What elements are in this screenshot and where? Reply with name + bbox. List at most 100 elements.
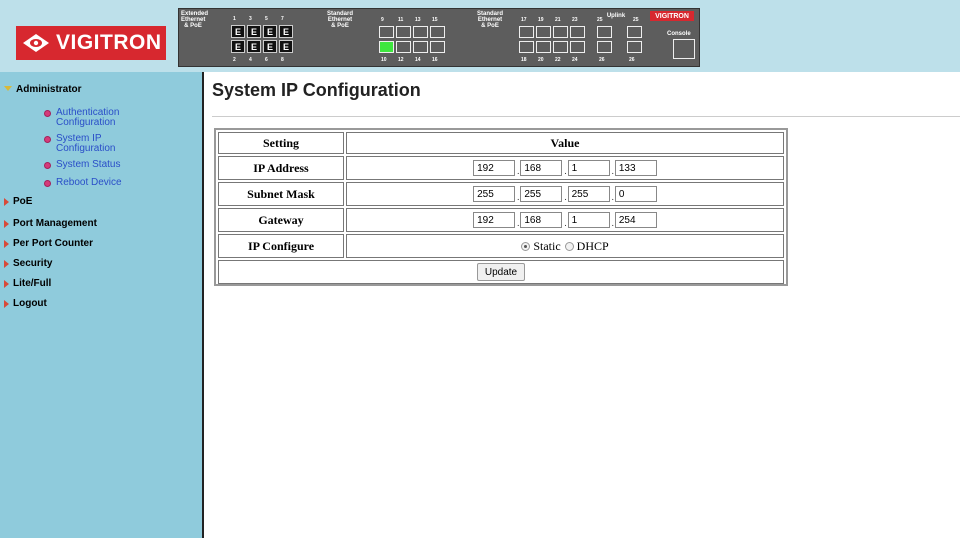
extended-port-5[interactable]: E: [263, 25, 277, 38]
sidebar-subitem-system-status[interactable]: System Status: [44, 160, 176, 170]
port-23[interactable]: [570, 26, 585, 38]
sidebar-item-port-management[interactable]: Port Management: [4, 218, 97, 229]
sidebar-item-label: Lite/Full: [13, 278, 52, 289]
subnet-octet-2-input[interactable]: [520, 186, 563, 202]
port-20[interactable]: [536, 41, 551, 53]
gateway-octet-3-input[interactable]: [567, 212, 610, 228]
port-21[interactable]: [553, 26, 568, 38]
uplink-sfp-25[interactable]: [627, 26, 642, 38]
sidebar-item-logout[interactable]: Logout: [4, 298, 47, 309]
port-13[interactable]: [413, 26, 428, 38]
extended-port-1[interactable]: E: [231, 25, 245, 38]
port-14[interactable]: [413, 41, 428, 53]
console-label: Console: [667, 31, 691, 37]
subnet-octet-3-input[interactable]: [567, 186, 610, 202]
console-port: [673, 39, 695, 59]
col-header-value: Value: [346, 132, 784, 154]
ip-configure-value: Static DHCP: [346, 234, 784, 258]
sidebar-item-poe[interactable]: PoE: [4, 196, 32, 207]
gateway-octet-4-input[interactable]: [614, 212, 657, 228]
expanded-arrow-icon: [4, 84, 12, 95]
sidebar-item-administrator[interactable]: Administrator: [4, 84, 82, 95]
sidebar-subitem-system-ip[interactable]: System IP Configuration: [44, 134, 136, 154]
collapsed-arrow-icon: [4, 259, 9, 268]
extended-port-4[interactable]: E: [247, 40, 261, 53]
port-9[interactable]: [379, 26, 394, 38]
port-number: 16: [432, 57, 438, 63]
gateway-octet-2-input[interactable]: [520, 212, 563, 228]
bullet-icon: [44, 110, 51, 117]
sidebar-subitem-reboot[interactable]: Reboot Device: [44, 177, 176, 188]
ip-octet-3-input[interactable]: [567, 160, 610, 176]
ip-octet-1-input[interactable]: [473, 160, 516, 176]
brand-name: VIGITRON: [56, 31, 162, 54]
port-15[interactable]: [430, 26, 445, 38]
collapsed-arrow-icon: [4, 197, 9, 206]
subnet-mask-value: . . .: [346, 182, 784, 206]
port-number: 13: [415, 17, 421, 23]
gateway-octet-1-input[interactable]: [473, 212, 516, 228]
sidebar-item-label: Port Management: [13, 218, 97, 229]
port-number: 5: [265, 16, 268, 22]
port-number: 11: [398, 17, 404, 23]
port-number: 15: [432, 17, 438, 23]
sidebar-item-label: Logout: [13, 298, 47, 309]
bullet-icon: [44, 180, 51, 187]
extended-port-6[interactable]: E: [263, 40, 277, 53]
sidebar-item-per-port-counter[interactable]: Per Port Counter: [4, 238, 93, 249]
sidebar-subitem-label: Authentication Configuration: [56, 107, 120, 128]
eye-logo-icon: [16, 26, 56, 60]
port-11[interactable]: [396, 26, 411, 38]
port-number: 8: [281, 57, 284, 63]
port-number: 6: [265, 57, 268, 63]
sidebar-item-security[interactable]: Security: [4, 258, 52, 269]
port-24[interactable]: [570, 41, 585, 53]
uplink-sfp-26[interactable]: [627, 41, 642, 53]
port-number: 14: [415, 57, 421, 63]
sidebar-item-lite-full[interactable]: Lite/Full: [4, 278, 51, 289]
port-number: 9: [381, 17, 384, 23]
standard-ports-label-1: Standard Ethernet & PoE: [327, 11, 354, 29]
static-radio[interactable]: [521, 241, 531, 251]
row-label-ip-configure: IP Configure: [218, 234, 344, 258]
port-17[interactable]: [519, 26, 534, 38]
ip-octet-4-input[interactable]: [614, 160, 657, 176]
title-divider: [212, 116, 960, 117]
sidebar-item-label: PoE: [13, 196, 33, 207]
subnet-octet-1-input[interactable]: [473, 186, 516, 202]
port-number: 4: [249, 57, 252, 63]
port-18[interactable]: [519, 41, 534, 53]
uplink-port-25[interactable]: [597, 26, 612, 38]
extended-port-3[interactable]: E: [247, 25, 261, 38]
sidebar-item-label: Per Port Counter: [13, 238, 94, 249]
port-number: 23: [572, 17, 578, 23]
collapsed-arrow-icon: [4, 219, 9, 228]
extended-port-2[interactable]: E: [231, 40, 245, 53]
extended-ports-label: Extended Ethernet & PoE: [181, 11, 209, 29]
port-number: 26: [629, 57, 635, 63]
subnet-octet-4-input[interactable]: [614, 186, 657, 202]
sidebar-subitem-authentication[interactable]: Authentication Configuration: [44, 107, 176, 128]
extended-port-8[interactable]: E: [279, 40, 293, 53]
extended-port-7[interactable]: E: [279, 25, 293, 38]
port-number: 20: [538, 57, 544, 63]
port-number: 21: [555, 17, 561, 23]
port-number: 24: [572, 57, 578, 63]
port-number: 25: [597, 17, 603, 23]
port-22[interactable]: [553, 41, 568, 53]
port-10-active[interactable]: [379, 41, 394, 53]
port-19[interactable]: [536, 26, 551, 38]
collapsed-arrow-icon: [4, 279, 9, 288]
switch-front-panel: Extended Ethernet & PoE Standard Etherne…: [178, 8, 700, 67]
port-16[interactable]: [430, 41, 445, 53]
port-12[interactable]: [396, 41, 411, 53]
port-number: 17: [521, 17, 527, 23]
collapsed-arrow-icon: [4, 299, 9, 308]
dhcp-radio[interactable]: [564, 241, 574, 251]
sidebar-item-label: Administrator: [16, 84, 82, 95]
sidebar-subitem-label: Reboot Device: [56, 177, 122, 188]
row-label-subnet-mask: Subnet Mask: [218, 182, 344, 206]
uplink-port-26[interactable]: [597, 41, 612, 53]
update-button[interactable]: Update: [476, 263, 526, 281]
ip-octet-2-input[interactable]: [520, 160, 563, 176]
